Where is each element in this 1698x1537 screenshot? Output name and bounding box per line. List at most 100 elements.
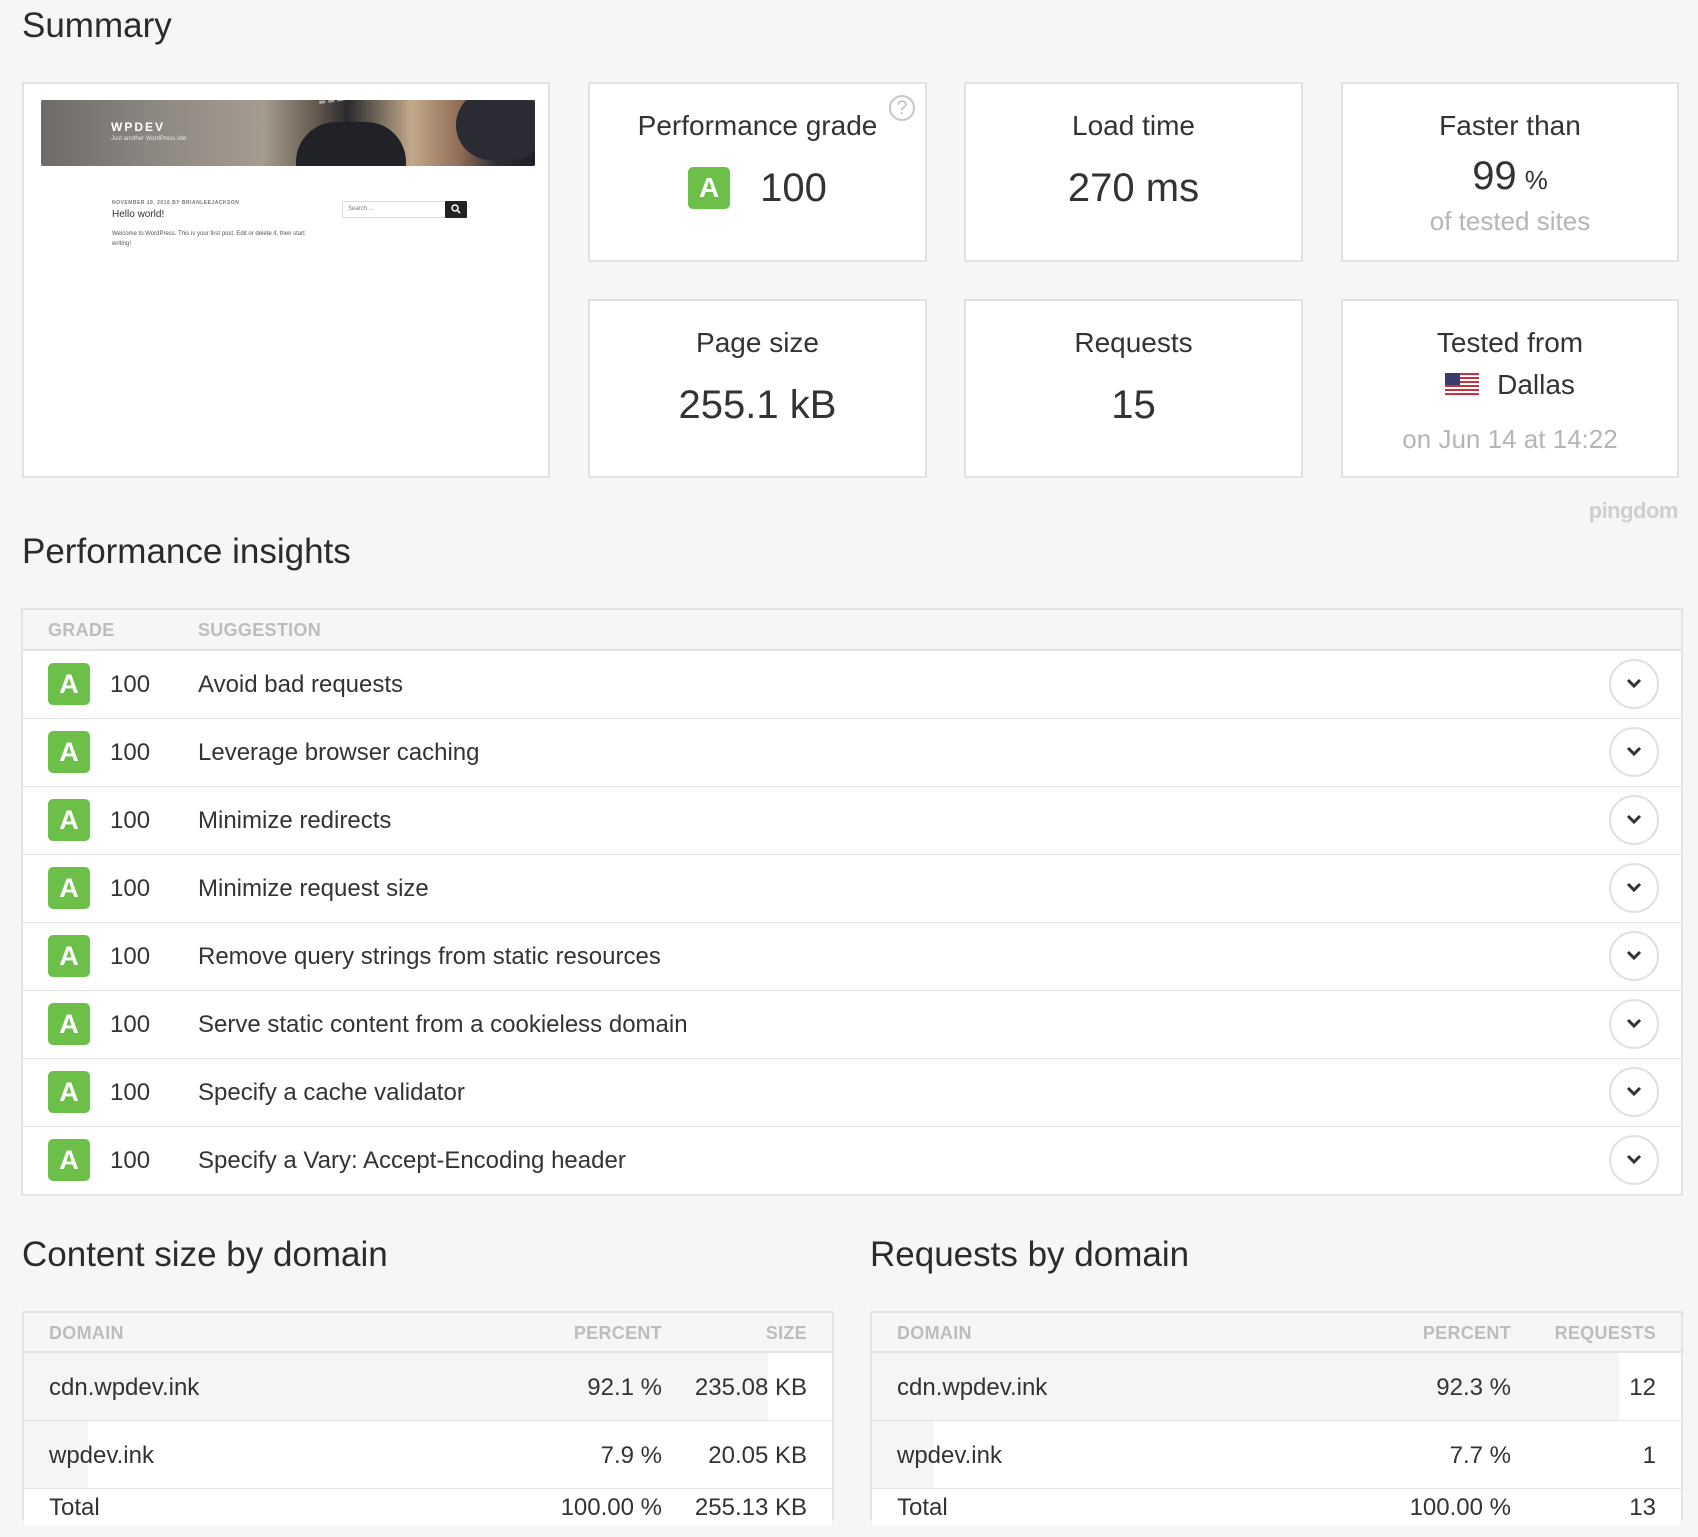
performance-grade-card: ? Performance grade A 100 xyxy=(588,82,927,262)
insights-heading: Performance insights xyxy=(22,532,351,571)
screenshot-site-tagline: Just another WordPress site xyxy=(111,136,187,142)
page-screenshot-card: WPDEV Just another WordPress site NOVEMB… xyxy=(22,82,550,478)
grade-badge: A xyxy=(688,167,731,209)
domain-percent: 7.9 % xyxy=(600,1442,662,1469)
insight-suggestion: Specify a Vary: Accept-Encoding header xyxy=(198,1147,626,1174)
total-label: Total xyxy=(897,1494,948,1521)
domain-row: cdn.wpdev.ink 92.1 % 235.08 KB xyxy=(24,1353,832,1421)
column-header-suggestion: SUGGESTION xyxy=(198,620,322,640)
chevron-down-icon xyxy=(1626,1086,1642,1097)
chevron-down-icon xyxy=(1626,1018,1642,1029)
page-size-value: 255.1 kB xyxy=(678,383,837,427)
total-size: 255.13 KB xyxy=(694,1494,807,1521)
chevron-down-icon xyxy=(1626,746,1642,757)
requests-value: 15 xyxy=(1111,383,1156,427)
performance-grade-label: Performance grade xyxy=(637,110,878,141)
expand-button[interactable] xyxy=(1609,931,1659,981)
insight-score: 100 xyxy=(110,943,151,970)
expand-button[interactable] xyxy=(1609,999,1659,1049)
tested-from-card: Tested from Dallas on Jun 14 at 14:22 xyxy=(1341,299,1679,478)
grade-badge: A xyxy=(48,1003,90,1045)
insight-suggestion: Avoid bad requests xyxy=(198,671,404,698)
total-percent: 100.00 % xyxy=(560,1494,662,1521)
screenshot-site-title: WPDEV xyxy=(111,120,166,134)
chevron-down-icon xyxy=(1626,950,1642,961)
insight-row[interactable]: A 100 Minimize redirects xyxy=(23,787,1681,855)
domain-percent: 92.1 % xyxy=(587,1374,662,1401)
tested-from-location: Dallas xyxy=(1497,369,1575,400)
requests-label: Requests xyxy=(1074,327,1193,358)
load-time-label: Load time xyxy=(1072,110,1195,141)
us-flag-icon xyxy=(1445,373,1480,397)
summary-heading: Summary xyxy=(22,6,172,45)
insight-suggestion: Minimize request size xyxy=(198,875,429,902)
domain-name: wpdev.ink xyxy=(49,1442,154,1469)
insight-row[interactable]: A 100 Avoid bad requests xyxy=(23,651,1681,719)
expand-button[interactable] xyxy=(1609,1135,1659,1185)
page-size-card: Page size 255.1 kB xyxy=(588,299,927,478)
column-header-domain: DOMAIN xyxy=(897,1323,972,1343)
content-size-table-header: DOMAIN PERCENT SIZE xyxy=(24,1313,832,1353)
insight-suggestion: Serve static content from a cookieless d… xyxy=(198,1011,688,1038)
column-header-grade: GRADE xyxy=(48,620,115,640)
chevron-down-icon xyxy=(1626,882,1642,893)
faster-than-value: 99 xyxy=(1472,154,1517,198)
screenshot-search-button xyxy=(445,201,467,218)
grade-badge: A xyxy=(48,799,90,841)
domain-row: cdn.wpdev.ink 92.3 % 12 xyxy=(872,1353,1681,1421)
insight-score: 100 xyxy=(110,1147,151,1174)
expand-button[interactable] xyxy=(1609,727,1659,777)
expand-button[interactable] xyxy=(1609,795,1659,845)
expand-button[interactable] xyxy=(1609,863,1659,913)
requests-total-row: Total 100.00 % 13 xyxy=(872,1489,1681,1525)
grade-badge: A xyxy=(48,867,90,909)
grade-badge: A xyxy=(48,1071,90,1113)
screenshot-post-body: Welcome to WordPress. This is your first… xyxy=(112,231,305,247)
load-time-value: 270 ms xyxy=(1067,166,1200,210)
domain-size: 235.08 KB xyxy=(694,1374,807,1401)
insight-suggestion: Remove query strings from static resourc… xyxy=(198,943,661,970)
grade-badge: A xyxy=(48,731,90,773)
grade-badge: A xyxy=(48,1139,90,1181)
insight-row[interactable]: A 100 Minimize request size xyxy=(23,855,1681,923)
grade-badge: A xyxy=(48,935,90,977)
chevron-down-icon xyxy=(1626,678,1642,689)
screenshot-search-field: Search ... xyxy=(342,201,448,218)
domain-requests: 1 xyxy=(1642,1442,1656,1469)
insight-score: 100 xyxy=(110,671,151,698)
column-header-requests: REQUESTS xyxy=(1554,1323,1656,1343)
total-requests: 13 xyxy=(1629,1494,1656,1521)
domain-row: wpdev.ink 7.9 % 20.05 KB xyxy=(24,1421,832,1489)
insight-row[interactable]: A 100 Remove query strings from static res… xyxy=(23,923,1681,991)
content-size-table: DOMAIN PERCENT SIZE cdn.wpdev.ink 92.1 % 2… xyxy=(22,1311,834,1525)
content-size-total-row: Total 100.00 % 255.13 KB xyxy=(24,1489,832,1525)
performance-score: 100 xyxy=(760,165,827,210)
insights-table-header: GRADE SUGGESTION xyxy=(23,610,1681,651)
domain-name: cdn.wpdev.ink xyxy=(49,1374,200,1401)
faster-than-unit: % xyxy=(1524,165,1548,195)
insight-row[interactable]: A 100 Leverage browser caching xyxy=(23,719,1681,787)
domain-name: wpdev.ink xyxy=(897,1442,1002,1469)
domain-size: 20.05 KB xyxy=(708,1442,807,1469)
chevron-down-icon xyxy=(1626,814,1642,825)
total-percent: 100.00 % xyxy=(1409,1494,1511,1521)
insight-row[interactable]: A 100 Serve static content from a cookiele… xyxy=(23,991,1681,1059)
domain-percent: 92.3 % xyxy=(1436,1374,1511,1401)
expand-button[interactable] xyxy=(1609,1067,1659,1117)
insights-table: GRADE SUGGESTION A 100 Avoid bad requests A… xyxy=(21,608,1683,1196)
screenshot-post-title: Hello world! xyxy=(112,209,165,220)
requests-by-domain-table: DOMAIN PERCENT REQUESTS cdn.wpdev.ink 92.… xyxy=(870,1311,1683,1525)
column-header-size: SIZE xyxy=(765,1323,807,1343)
domain-requests: 12 xyxy=(1629,1374,1656,1401)
load-time-card: Load time 270 ms xyxy=(964,82,1303,262)
tested-from-label: Tested from xyxy=(1436,327,1584,358)
insight-row[interactable]: A 100 Specify a Vary: Accept-Encoding head… xyxy=(23,1127,1681,1194)
insight-suggestion: Leverage browser caching xyxy=(198,739,480,766)
faster-than-label: Faster than xyxy=(1439,110,1581,141)
screenshot-post-meta: NOVEMBER 19, 2016 BY BRIANLEEJACKSON xyxy=(112,200,240,206)
domain-percent: 7.7 % xyxy=(1449,1442,1511,1469)
column-header-domain: DOMAIN xyxy=(49,1323,124,1343)
expand-button[interactable] xyxy=(1609,659,1659,709)
insight-row[interactable]: A 100 Specify a cache validator xyxy=(23,1059,1681,1127)
domain-name: cdn.wpdev.ink xyxy=(897,1374,1048,1401)
